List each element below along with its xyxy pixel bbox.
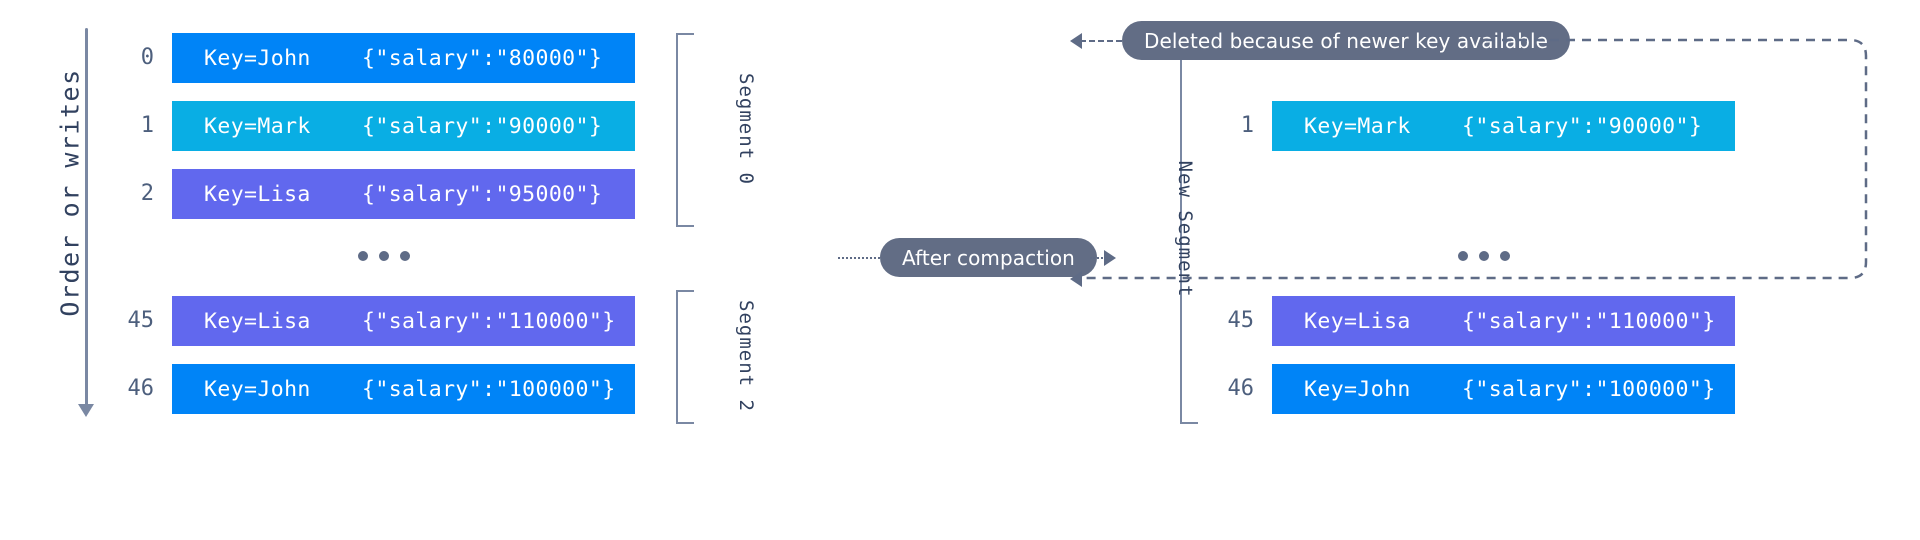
row-index: 45 [127, 308, 155, 333]
row-key: Key=John [204, 45, 311, 71]
diagram-canvas: Order or writes 0 Key=John {"salary":"80… [0, 0, 1920, 540]
table-row: Key=John {"salary":"80000"} [172, 33, 635, 83]
dot [1479, 251, 1489, 261]
table-row: Key=Mark {"salary":"90000"} [1272, 101, 1735, 151]
row-value: {"salary":"95000"} [362, 181, 603, 207]
dot [400, 251, 410, 261]
deleted-key-callout-pill: Deleted because of newer key available [1122, 21, 1571, 60]
row-index: 45 [1227, 308, 1255, 333]
table-row: Key=Lisa {"salary":"95000"} [172, 169, 635, 219]
dot [1458, 251, 1468, 261]
row-value: {"salary":"110000"} [1462, 308, 1716, 334]
row-key: Key=Lisa [204, 308, 311, 334]
row-key: Key=Mark [1304, 113, 1411, 139]
ellipsis-left [358, 251, 410, 261]
row-key: Key=Mark [204, 113, 311, 139]
row-value: {"salary":"80000"} [362, 45, 603, 71]
segment-label: Segment 2 [735, 300, 757, 412]
table-row: Key=Lisa {"salary":"110000"} [1272, 296, 1735, 346]
compaction-arrowhead [1104, 250, 1116, 266]
dot [1500, 251, 1510, 261]
after-compaction-pill: After compaction [880, 238, 1097, 277]
dot [379, 251, 389, 261]
row-index: 2 [140, 181, 154, 206]
row-value: {"salary":"100000"} [362, 376, 616, 402]
row-index: 46 [127, 376, 155, 401]
row-value: {"salary":"110000"} [362, 308, 616, 334]
dot [358, 251, 368, 261]
row-value: {"salary":"100000"} [1462, 376, 1716, 402]
callout-arrowhead-bottom [1070, 271, 1082, 287]
row-key: Key=John [204, 376, 311, 402]
callout-dashed-line-top [1080, 40, 1122, 42]
row-key: Key=Lisa [204, 181, 311, 207]
table-row: Key=John {"salary":"100000"} [172, 364, 635, 414]
segment-bracket [676, 33, 694, 227]
table-row: Key=Mark {"salary":"90000"} [172, 101, 635, 151]
row-value: {"salary":"90000"} [362, 113, 603, 139]
row-index: 46 [1227, 376, 1255, 401]
table-row: Key=John {"salary":"100000"} [1272, 364, 1735, 414]
row-index: 0 [140, 45, 154, 70]
row-key: Key=John [1304, 376, 1411, 402]
row-value: {"salary":"90000"} [1462, 113, 1703, 139]
order-of-writes-label: Order or writes [55, 68, 85, 317]
segment-label: Segment 0 [735, 73, 757, 185]
order-axis-arrowhead [78, 404, 94, 417]
row-index: 1 [140, 113, 154, 138]
ellipsis-right [1458, 251, 1510, 261]
order-axis-line [85, 28, 88, 410]
segment-bracket [676, 290, 694, 424]
table-row: Key=Lisa {"salary":"110000"} [172, 296, 635, 346]
row-key: Key=Lisa [1304, 308, 1411, 334]
new-segment-label: New Segment [1174, 160, 1196, 298]
compaction-dotted-line-left [838, 257, 880, 259]
row-index: 1 [1240, 113, 1254, 138]
